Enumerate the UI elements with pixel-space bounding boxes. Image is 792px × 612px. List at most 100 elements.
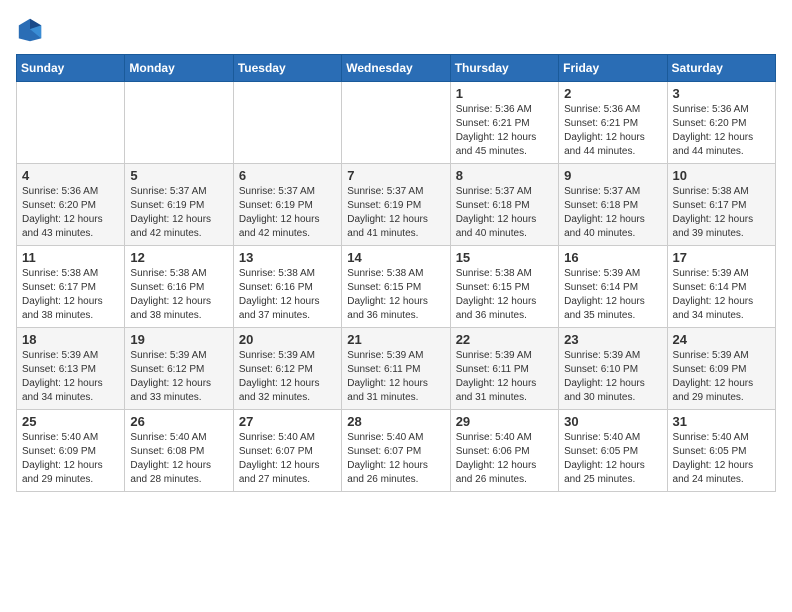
calendar-cell (17, 82, 125, 164)
calendar-header-thursday: Thursday (450, 55, 558, 82)
day-info: Sunrise: 5:40 AMSunset: 6:07 PMDaylight:… (239, 431, 336, 487)
calendar-week-1: 1 Sunrise: 5:36 AMSunset: 6:21 PMDaylight… (17, 82, 776, 164)
day-info: Sunrise: 5:40 AMSunset: 6:08 PMDaylight:… (130, 431, 227, 487)
day-info: Sunrise: 5:39 AMSunset: 6:10 PMDaylight:… (564, 349, 661, 405)
calendar-cell: 18 Sunrise: 5:39 AMSunset: 6:13 PMDayligh… (17, 328, 125, 410)
day-info: Sunrise: 5:39 AMSunset: 6:14 PMDaylight:… (564, 267, 661, 323)
calendar-cell (125, 82, 233, 164)
day-info: Sunrise: 5:37 AMSunset: 6:19 PMDaylight:… (130, 185, 227, 241)
calendar-cell: 29 Sunrise: 5:40 AMSunset: 6:06 PMDayligh… (450, 410, 558, 492)
day-number: 22 (456, 332, 553, 347)
day-number: 21 (347, 332, 444, 347)
calendar-week-2: 4Sunrise: 5:36 AMSunset: 6:20 PMDaylight… (17, 164, 776, 246)
calendar-cell: 5 Sunrise: 5:37 AMSunset: 6:19 PMDaylight… (125, 164, 233, 246)
calendar-week-5: 25 Sunrise: 5:40 AMSunset: 6:09 PMDayligh… (17, 410, 776, 492)
day-info: Sunrise: 5:39 AMSunset: 6:14 PMDaylight:… (673, 267, 770, 323)
calendar-cell: 3 Sunrise: 5:36 AMSunset: 6:20 PMDaylight… (667, 82, 775, 164)
calendar-cell: 8 Sunrise: 5:37 AMSunset: 6:18 PMDaylight… (450, 164, 558, 246)
calendar-header-saturday: Saturday (667, 55, 775, 82)
day-number: 30 (564, 414, 661, 429)
calendar-header-friday: Friday (559, 55, 667, 82)
day-number: 24 (673, 332, 770, 347)
page-header (16, 16, 776, 44)
day-number: 6 (239, 168, 336, 183)
calendar-cell (342, 82, 450, 164)
day-number: 27 (239, 414, 336, 429)
day-info: Sunrise: 5:37 AMSunset: 6:19 PMDaylight:… (239, 185, 336, 241)
calendar-cell: 20Sunrise: 5:39 AMSunset: 6:12 PMDayligh… (233, 328, 341, 410)
day-info: Sunrise: 5:37 AMSunset: 6:18 PMDaylight:… (456, 185, 553, 241)
day-number: 1 (456, 86, 553, 101)
calendar-header-sunday: Sunday (17, 55, 125, 82)
day-number: 20 (239, 332, 336, 347)
day-number: 25 (22, 414, 119, 429)
calendar-cell: 26 Sunrise: 5:40 AMSunset: 6:08 PMDayligh… (125, 410, 233, 492)
day-number: 19 (130, 332, 227, 347)
calendar-cell: 10Sunrise: 5:38 AMSunset: 6:17 PMDayligh… (667, 164, 775, 246)
day-number: 4 (22, 168, 119, 183)
calendar-cell: 7 Sunrise: 5:37 AMSunset: 6:19 PMDaylight… (342, 164, 450, 246)
calendar-cell: 28Sunrise: 5:40 AMSunset: 6:07 PMDayligh… (342, 410, 450, 492)
day-number: 11 (22, 250, 119, 265)
day-number: 10 (673, 168, 770, 183)
calendar-header-row: SundayMondayTuesdayWednesdayThursdayFrid… (17, 55, 776, 82)
day-number: 14 (347, 250, 444, 265)
day-number: 13 (239, 250, 336, 265)
calendar-cell: 2 Sunrise: 5:36 AMSunset: 6:21 PMDaylight… (559, 82, 667, 164)
day-number: 23 (564, 332, 661, 347)
calendar-header-tuesday: Tuesday (233, 55, 341, 82)
day-number: 28 (347, 414, 444, 429)
day-number: 16 (564, 250, 661, 265)
day-info: Sunrise: 5:40 AMSunset: 6:09 PMDaylight:… (22, 431, 119, 487)
day-info: Sunrise: 5:36 AMSunset: 6:20 PMDaylight:… (673, 103, 770, 159)
day-info: Sunrise: 5:40 AMSunset: 6:05 PMDaylight:… (673, 431, 770, 487)
day-number: 5 (130, 168, 227, 183)
day-info: Sunrise: 5:39 AMSunset: 6:13 PMDaylight:… (22, 349, 119, 405)
day-number: 8 (456, 168, 553, 183)
day-number: 2 (564, 86, 661, 101)
day-number: 31 (673, 414, 770, 429)
day-info: Sunrise: 5:38 AMSunset: 6:15 PMDaylight:… (456, 267, 553, 323)
calendar-cell: 27 Sunrise: 5:40 AMSunset: 6:07 PMDayligh… (233, 410, 341, 492)
calendar-cell: 23 Sunrise: 5:39 AMSunset: 6:10 PMDayligh… (559, 328, 667, 410)
day-number: 15 (456, 250, 553, 265)
day-number: 26 (130, 414, 227, 429)
day-info: Sunrise: 5:39 AMSunset: 6:11 PMDaylight:… (347, 349, 444, 405)
day-info: Sunrise: 5:40 AMSunset: 6:06 PMDaylight:… (456, 431, 553, 487)
calendar-cell: 19 Sunrise: 5:39 AMSunset: 6:12 PMDayligh… (125, 328, 233, 410)
day-number: 18 (22, 332, 119, 347)
day-number: 17 (673, 250, 770, 265)
day-number: 3 (673, 86, 770, 101)
day-number: 7 (347, 168, 444, 183)
logo-icon (16, 16, 44, 44)
calendar-cell: 25 Sunrise: 5:40 AMSunset: 6:09 PMDayligh… (17, 410, 125, 492)
day-info: Sunrise: 5:36 AMSunset: 6:21 PMDaylight:… (564, 103, 661, 159)
day-info: Sunrise: 5:37 AMSunset: 6:19 PMDaylight:… (347, 185, 444, 241)
calendar-week-4: 18 Sunrise: 5:39 AMSunset: 6:13 PMDayligh… (17, 328, 776, 410)
calendar-cell (233, 82, 341, 164)
calendar-cell: 15 Sunrise: 5:38 AMSunset: 6:15 PMDayligh… (450, 246, 558, 328)
day-info: Sunrise: 5:39 AMSunset: 6:09 PMDaylight:… (673, 349, 770, 405)
calendar-cell: 13 Sunrise: 5:38 AMSunset: 6:16 PMDayligh… (233, 246, 341, 328)
day-number: 29 (456, 414, 553, 429)
day-info: Sunrise: 5:38 AMSunset: 6:16 PMDaylight:… (239, 267, 336, 323)
day-info: Sunrise: 5:36 AMSunset: 6:21 PMDaylight:… (456, 103, 553, 159)
day-info: Sunrise: 5:37 AMSunset: 6:18 PMDaylight:… (564, 185, 661, 241)
calendar-cell: 11 Sunrise: 5:38 AMSunset: 6:17 PMDayligh… (17, 246, 125, 328)
calendar-week-3: 11 Sunrise: 5:38 AMSunset: 6:17 PMDayligh… (17, 246, 776, 328)
calendar-cell: 12Sunrise: 5:38 AMSunset: 6:16 PMDayligh… (125, 246, 233, 328)
day-info: Sunrise: 5:39 AMSunset: 6:11 PMDaylight:… (456, 349, 553, 405)
calendar-cell: 31 Sunrise: 5:40 AMSunset: 6:05 PMDayligh… (667, 410, 775, 492)
day-info: Sunrise: 5:39 AMSunset: 6:12 PMDaylight:… (130, 349, 227, 405)
day-info: Sunrise: 5:38 AMSunset: 6:17 PMDaylight:… (22, 267, 119, 323)
calendar-cell: 22 Sunrise: 5:39 AMSunset: 6:11 PMDayligh… (450, 328, 558, 410)
day-info: Sunrise: 5:38 AMSunset: 6:16 PMDaylight:… (130, 267, 227, 323)
calendar-cell: 30 Sunrise: 5:40 AMSunset: 6:05 PMDayligh… (559, 410, 667, 492)
day-info: Sunrise: 5:40 AMSunset: 6:05 PMDaylight:… (564, 431, 661, 487)
calendar-cell: 16 Sunrise: 5:39 AMSunset: 6:14 PMDayligh… (559, 246, 667, 328)
logo (16, 16, 48, 44)
calendar-cell: 1 Sunrise: 5:36 AMSunset: 6:21 PMDaylight… (450, 82, 558, 164)
calendar-header-wednesday: Wednesday (342, 55, 450, 82)
calendar-header-monday: Monday (125, 55, 233, 82)
calendar-cell: 14Sunrise: 5:38 AMSunset: 6:15 PMDayligh… (342, 246, 450, 328)
